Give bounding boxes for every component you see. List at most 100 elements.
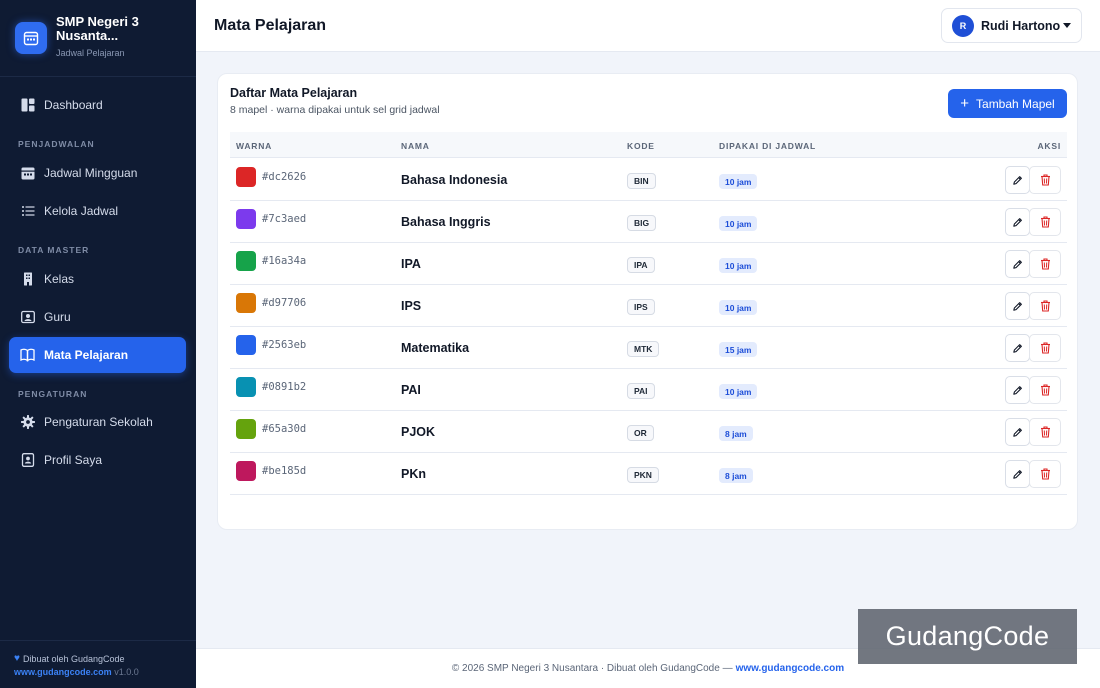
trash-icon [1040,300,1051,312]
sidebar-item-jadwal-mingguan[interactable]: Jadwal Mingguan [9,155,186,191]
color-swatch [236,419,256,439]
subjects-card: Daftar Mata Pelajaran 8 mapel · warna di… [217,73,1078,530]
pencil-icon [1012,259,1023,270]
edit-button[interactable] [1005,292,1030,320]
table-row: #16a34a IPA IPA 10 jam [230,243,1067,285]
edit-button[interactable] [1005,250,1030,278]
building-icon [20,272,35,287]
subject-code-badge: PAI [627,383,655,399]
edit-button[interactable] [1005,376,1030,404]
pencil-icon [1012,217,1023,228]
edit-button[interactable] [1005,460,1030,488]
sidebar-item-pengaturan-sekolah[interactable]: Pengaturan Sekolah [9,404,186,440]
page-title: Mata Pelajaran [214,17,327,34]
color-swatch [236,251,256,271]
table-header: WARNA NAMA KODE DIPAKAI DI JADWAL AKSI [230,132,1067,158]
color-swatch [236,293,256,313]
delete-button[interactable] [1029,250,1061,278]
color-swatch [236,167,256,187]
user-name: Rudi Hartono [981,18,1061,33]
subject-name: PKn [401,467,426,481]
footer-credit: Dibuat oleh GudangCode [22,653,125,664]
sidebar-item-label: Pengaturan Sekolah [44,415,153,429]
subject-name: Bahasa Inggris [401,215,491,229]
column-header-warna: WARNA [236,141,273,151]
card-title: Daftar Mata Pelajaran [230,86,358,100]
edit-button[interactable] [1005,166,1030,194]
sidebar-item-profil-saya[interactable]: Profil Saya [9,442,186,478]
trash-icon [1040,258,1051,270]
subject-name: Bahasa Indonesia [401,173,508,187]
color-swatch [236,461,256,481]
edit-button[interactable] [1005,208,1030,236]
pencil-icon [1012,343,1023,354]
table-row: #be185d PKn PKN 8 jam [230,453,1067,495]
hours-badge: 10 jam [719,174,758,189]
profile-icon [20,453,35,468]
footer-link[interactable]: www.gudangcode.com [14,667,112,677]
section-data-master: DATA MASTER [18,245,90,255]
table-row: #dc2626 Bahasa Indonesia BIN 10 jam [230,159,1067,201]
sidebar-item-label: Kelas [44,272,75,286]
brand: SMP Negeri 3 Nusanta... Jadwal Pelajaran [0,0,196,77]
topbar: Mata Pelajaran R Rudi Hartono [196,0,1100,52]
pencil-icon [1012,175,1023,186]
sidebar-item-label: Mata Pelajaran [44,348,129,362]
color-hex: #7c3aed [262,213,307,225]
edit-button[interactable] [1005,334,1030,362]
hours-badge: 10 jam [719,384,758,399]
edit-button[interactable] [1005,418,1030,446]
delete-button[interactable] [1029,292,1061,320]
delete-button[interactable] [1029,208,1061,236]
add-subject-button[interactable]: + Tambah Mapel [948,89,1067,118]
color-swatch [236,209,256,229]
delete-button[interactable] [1029,460,1061,488]
sidebar-item-label: Jadwal Mingguan [44,166,138,180]
column-header-aksi: AKSI [1037,141,1061,151]
subject-name: PAI [401,383,421,397]
color-hex: #be185d [262,465,307,477]
sidebar-item-kelas[interactable]: Kelas [9,261,186,297]
sidebar-item-label: Kelola Jadwal [44,204,119,218]
trash-icon [1040,342,1051,354]
sidebar-item-mata-pelajaran[interactable]: Mata Pelajaran [9,337,186,373]
sidebar-item-kelola-jadwal[interactable]: Kelola Jadwal [9,193,186,229]
trash-icon [1040,174,1051,186]
subject-code-badge: OR [627,425,654,441]
column-header-nama: NAMA [401,141,430,151]
color-hex: #d97706 [262,297,307,309]
delete-button[interactable] [1029,334,1061,362]
subject-code-badge: BIN [627,173,656,189]
delete-button[interactable] [1029,376,1061,404]
delete-button[interactable] [1029,418,1061,446]
app-version: v1.0.0 [114,667,139,677]
trash-icon [1040,426,1051,438]
user-menu-button[interactable]: R Rudi Hartono [941,8,1082,43]
sidebar-item-label: Dashboard [44,98,103,112]
footer-website-link[interactable]: www.gudangcode.com [736,663,845,674]
column-header-kode: KODE [627,141,655,151]
color-hex: #65a30d [262,423,307,435]
sidebar-item-guru[interactable]: Guru [9,299,186,335]
pencil-icon [1012,385,1023,396]
section-penjadwalan: PENJADWALAN [18,139,95,149]
calendar-logo-icon [15,22,47,54]
heart-icon: ♥ [14,653,20,664]
subject-name: IPA [401,257,421,271]
pencil-icon [1012,427,1023,438]
column-header-dipakai: DIPAKAI DI JADWAL [719,141,817,151]
subject-code-badge: BIG [627,215,657,231]
hours-badge: 10 jam [719,300,758,315]
table-row: #65a30d PJOK OR 8 jam [230,411,1067,453]
color-hex: #0891b2 [262,381,307,393]
hours-badge: 15 jam [719,342,758,357]
sidebar-item-dashboard[interactable]: Dashboard [9,87,186,123]
subject-code-badge: IPS [627,299,655,315]
gear-icon [20,415,35,430]
delete-button[interactable] [1029,166,1061,194]
color-hex: #16a34a [262,255,307,267]
dashboard-icon [20,98,35,113]
hours-badge: 8 jam [719,426,753,441]
app-subtitle: Jadwal Pelajaran [56,48,125,58]
footer-text: © 2026 SMP Negeri 3 Nusantara · Dibuat o… [451,663,733,674]
